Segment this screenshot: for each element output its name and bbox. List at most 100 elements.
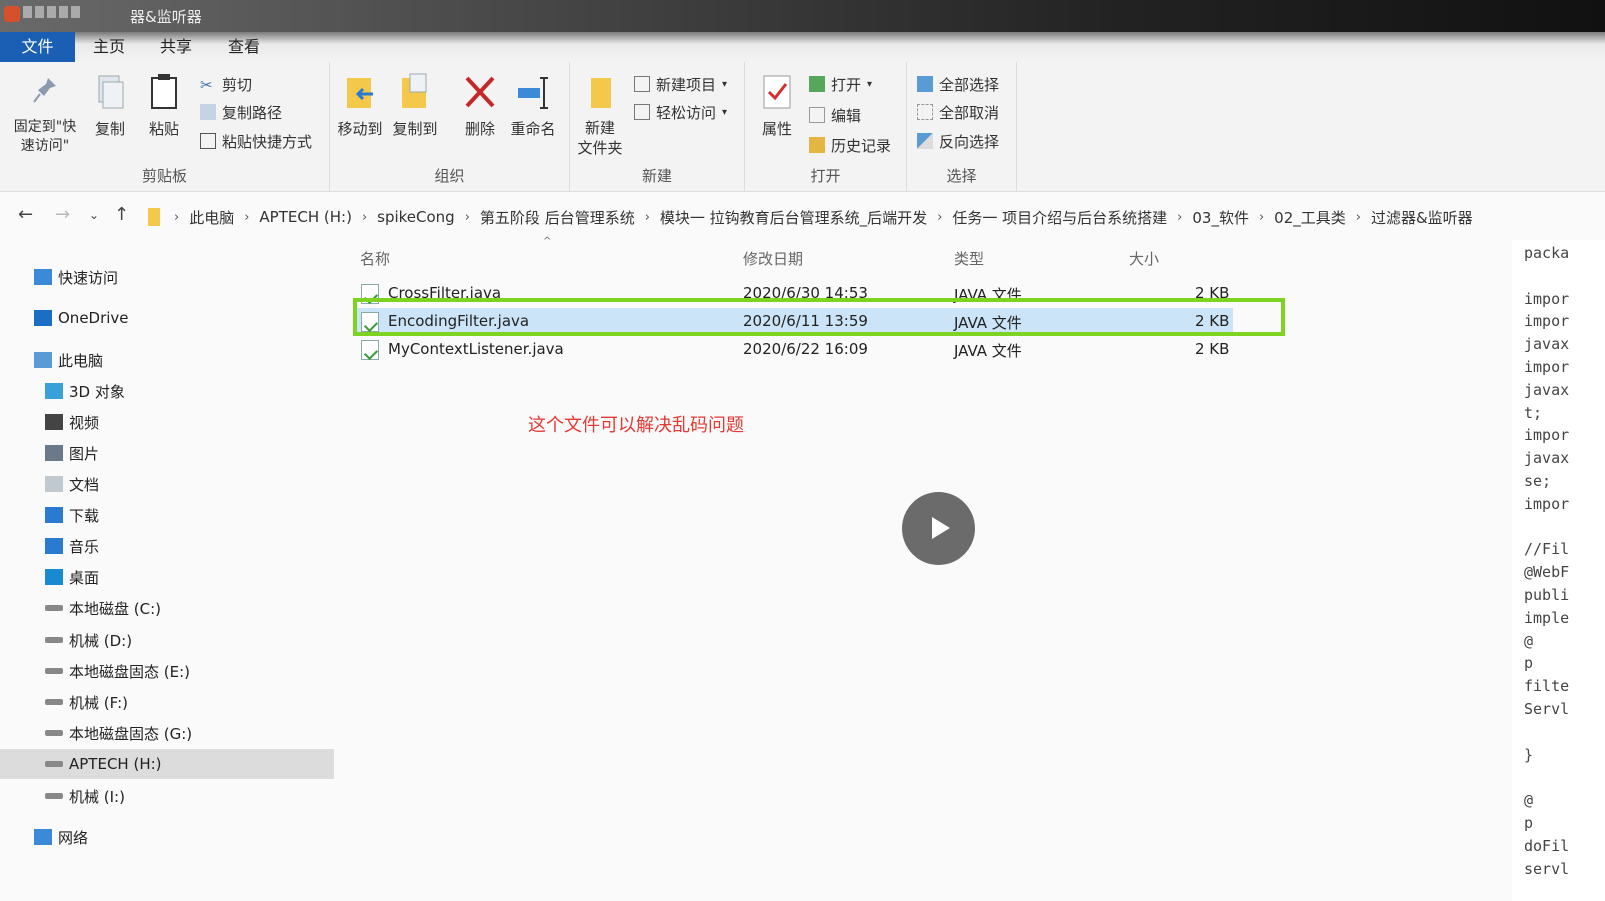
window-title: 器&监听器 [130,8,202,26]
breadcrumb-item[interactable]: 此电脑 [183,207,240,228]
nav-item[interactable]: 下载 [0,500,334,530]
new-folder-button[interactable]: 新建 文件夹 [575,72,625,158]
dropdown-arrow-icon: ▾ [722,78,728,90]
rename-button[interactable]: 重命名 [508,72,558,139]
breadcrumb-separator-icon: › [174,209,180,225]
nav-item-label: 本地磁盘 (C:) [69,599,161,618]
breadcrumb-item[interactable]: 第五阶段 后台管理系统 [474,207,641,228]
column-header-name[interactable]: 名称 [360,248,390,269]
copy-path-button[interactable]: 复制路径 [200,100,282,124]
breadcrumb-item[interactable]: 02_工具类 [1268,207,1352,228]
undo-quick-icon[interactable] [47,6,56,18]
breadcrumb-separator-icon[interactable]: › [641,210,654,225]
forward-arrow-icon[interactable]: → [55,204,70,225]
code-line: Servl [1524,700,1570,718]
column-header-size[interactable]: 大小 [1129,248,1159,269]
new-item-button[interactable]: 新建项目 ▾ [634,72,727,96]
properties-button[interactable]: 属性 [755,72,799,139]
nav-item[interactable]: 本地磁盘固态 (G:) [0,718,334,748]
quick-access-toolbar[interactable] [4,6,80,22]
move-to-button[interactable]: 移动到 [335,72,385,139]
nav-item-label: 桌面 [69,568,100,587]
pin-label: 固定到"快速访问" [13,119,77,154]
nav-item[interactable]: 机械 (I:) [0,781,334,811]
select-group-label: 选择 [946,167,977,185]
properties-quick-icon[interactable] [23,6,32,18]
breadcrumb-item[interactable]: 03_软件 [1186,207,1255,228]
breadcrumb-separator-icon[interactable]: › [1255,210,1268,225]
play-button[interactable] [902,492,975,565]
file-type: JAVA 文件 [954,342,1022,360]
history-label: 历史记录 [831,136,892,155]
breadcrumb-separator-icon[interactable]: › [1173,210,1186,225]
cut-button[interactable]: ✂ 剪切 [200,72,252,96]
nav-item[interactable]: 快速访问 [0,262,334,292]
copy-to-button[interactable]: 复制到 [390,72,440,139]
nav-item[interactable]: 机械 (F:) [0,687,334,717]
select-all-button[interactable]: 全部选择 [917,72,999,96]
code-line: @ [1524,631,1534,650]
breadcrumb-item[interactable]: 任务一 项目介绍与后台系统搭建 [946,207,1173,228]
nav-item[interactable]: 文档 [0,469,334,499]
nav-item[interactable]: 图片 [0,438,334,468]
nav-item[interactable]: 本地磁盘 (C:) [0,593,334,623]
new-folder-quick-icon[interactable] [35,6,44,18]
redo-quick-icon[interactable] [59,6,68,18]
tab-view[interactable]: 查看 [210,32,278,62]
nav-item[interactable]: 此电脑 [0,345,334,375]
up-arrow-icon[interactable]: ↑ [114,204,129,225]
nav-item[interactable]: 桌面 [0,562,334,592]
edit-label: 编辑 [831,106,862,125]
new-item-icon [634,76,650,92]
breadcrumb-item-current[interactable]: 过滤器&监听器 [1365,207,1479,228]
nav-item[interactable]: APTECH (H:) [0,749,334,779]
breadcrumb-separator-icon[interactable]: › [1352,210,1365,225]
network-icon [34,829,52,845]
desktop-icon [45,569,63,585]
nav-item[interactable]: 机械 (D:) [0,625,334,655]
file-row[interactable]: MyContextListener.java 2020/6/22 16:09 JAV… [355,336,1233,364]
nav-item[interactable]: 网络 [0,822,334,852]
nav-item[interactable]: OneDrive [0,303,334,333]
drive-icon [45,761,63,767]
nav-item-label: 视频 [69,413,100,432]
breadcrumb-item[interactable]: APTECH (H:) [253,208,358,226]
nav-item[interactable]: 本地磁盘固态 (E:) [0,656,334,686]
tab-share[interactable]: 共享 [142,32,210,62]
column-header-modified[interactable]: 修改日期 [743,248,803,269]
breadcrumb-separator-icon[interactable]: › [358,210,371,225]
breadcrumb-separator-icon[interactable]: › [240,210,253,225]
back-arrow-icon[interactable]: ← [18,204,33,225]
new-group: 新建 文件夹 新建项目 ▾ 轻松访问 ▾ 新建 [570,62,745,192]
breadcrumb-separator-icon[interactable]: › [461,210,474,225]
recent-locations-chevron-icon[interactable]: ⌄ [89,208,99,222]
paste-button[interactable]: 粘贴 [142,72,186,139]
breadcrumb-item[interactable]: spikeCong [371,208,461,226]
delete-button[interactable]: 删除 [458,72,502,139]
breadcrumb[interactable]: › 此电脑 › APTECH (H:) › spikeCong › 第五阶段 后台管理… [148,205,1479,229]
nav-item[interactable]: 3D 对象 [0,376,334,406]
easy-access-button[interactable]: 轻松访问 ▾ [634,100,727,124]
select-none-button[interactable]: 全部取消 [917,100,999,124]
nav-item[interactable]: 视频 [0,407,334,437]
open-button[interactable]: 打开 ▾ [809,72,872,96]
pin-icon [33,78,56,103]
tab-file[interactable]: 文件 [0,32,75,62]
tab-home[interactable]: 主页 [75,32,143,62]
customize-quick-icon[interactable] [71,6,80,18]
copy-button[interactable]: 复制 [88,72,132,139]
history-button[interactable]: 历史记录 [809,133,891,157]
code-line: p [1524,814,1534,832]
invert-selection-button[interactable]: 反向选择 [917,129,999,153]
column-header-type[interactable]: 类型 [954,248,984,269]
nav-item-label: 机械 (I:) [69,787,125,806]
breadcrumb-separator-icon[interactable]: › [933,210,946,225]
breadcrumb-item[interactable]: 模块一 拉钩教育后台管理系统_后端开发 [654,207,933,228]
paste-shortcut-button[interactable]: 粘贴快捷方式 [200,129,312,153]
pin-quick-access-button[interactable]: 固定到"快速访问" [10,72,80,156]
move-to-label: 移动到 [337,120,383,138]
organize-group: 移动到 复制到 删除 重命名 组织 [330,62,570,192]
edit-button[interactable]: 编辑 [809,103,861,127]
nav-item-label: 快速访问 [58,268,119,287]
nav-item[interactable]: 音乐 [0,531,334,561]
